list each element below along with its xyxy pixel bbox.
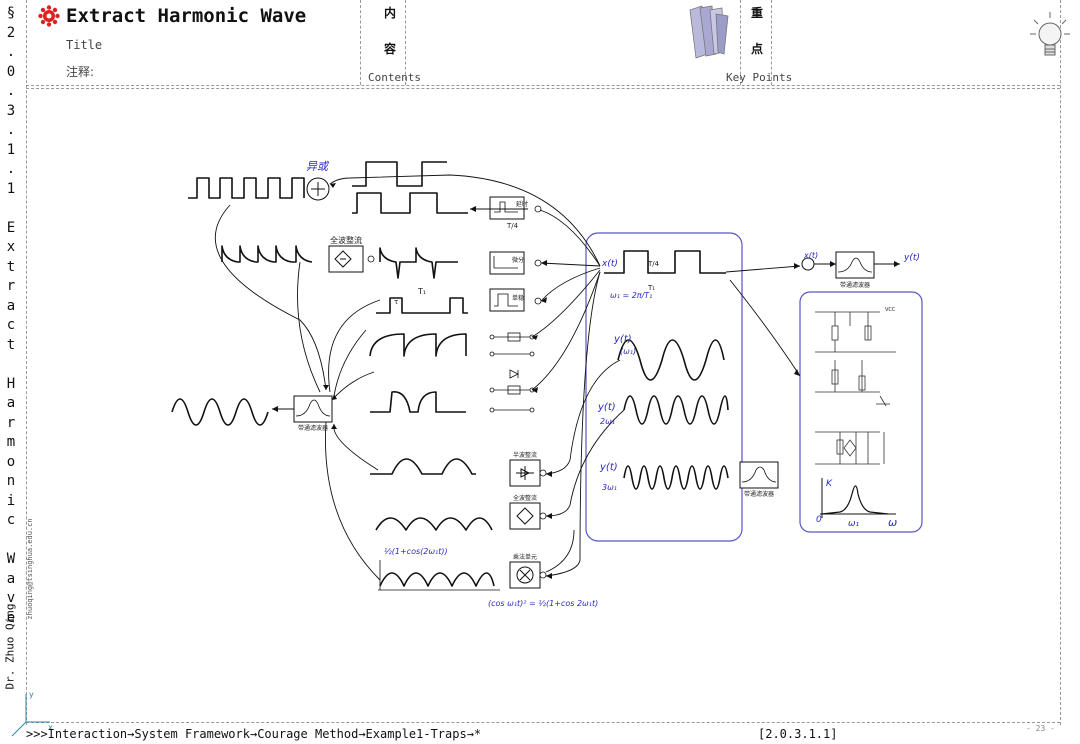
input-square-wave bbox=[604, 250, 726, 274]
period-T1: T₁ bbox=[417, 287, 426, 296]
sine-2w1 bbox=[623, 395, 729, 425]
halfwave-rectified bbox=[370, 458, 476, 475]
y1-sub: (ω₁) bbox=[620, 347, 636, 356]
fullwave-rectified bbox=[375, 517, 493, 531]
bpf-mid-block bbox=[739, 461, 779, 489]
input-label: x(t) bbox=[601, 259, 618, 269]
input-T4: T/4 bbox=[647, 260, 660, 268]
spike-wave-rectified bbox=[379, 247, 458, 279]
resp-w1: ω₁ bbox=[848, 519, 860, 529]
bpf-right-label: 带通滤波器 bbox=[840, 281, 870, 289]
fullwave2-block bbox=[509, 502, 541, 530]
bpf-left-label: 带通滤波器 bbox=[298, 424, 328, 432]
y1-label: y(t) bbox=[613, 334, 632, 345]
vcc-label: VCC bbox=[885, 307, 896, 313]
fullwave2-label: 全波整流 bbox=[513, 494, 537, 502]
multiplier-label: 乘法单元 bbox=[513, 553, 537, 561]
square-wave-a bbox=[352, 161, 447, 187]
footer-path: >>>Interaction→System Framework→Courage … bbox=[26, 727, 482, 741]
resp-K: K bbox=[826, 479, 833, 489]
monostable-label: 单稳 bbox=[512, 294, 524, 302]
svg-text:y: y bbox=[29, 690, 34, 699]
cos-eq: (cos ω₁t)² = ½(1+cos 2ω₁t) bbox=[488, 599, 598, 608]
sine-3w1 bbox=[623, 465, 729, 490]
footer-code: [2.0.3.1.1] bbox=[758, 727, 838, 741]
circuit-panel bbox=[799, 291, 923, 533]
y3-label: y(t) bbox=[599, 462, 618, 473]
spike-wave bbox=[221, 245, 313, 263]
delay-sub: T/4 bbox=[506, 222, 519, 230]
sawtooth-wave-2 bbox=[370, 391, 466, 413]
y2-label: y(t) bbox=[597, 402, 616, 413]
sine-w1 bbox=[617, 339, 725, 381]
resp-0: 0 bbox=[816, 515, 822, 525]
halfwave-label: 半波整流 bbox=[513, 451, 537, 459]
xor-output-wave bbox=[188, 177, 305, 199]
cos-top: ½(1+cos(2ω₁t)) bbox=[384, 547, 448, 556]
square-wave-b bbox=[352, 192, 468, 214]
omega-eq: ω₁ = 2π/T₁ bbox=[610, 291, 652, 300]
y3-sub: 3ω₁ bbox=[602, 483, 617, 492]
right-x-label: x(t) bbox=[803, 251, 818, 260]
bpf-mid-label: 带通滤波器 bbox=[744, 490, 774, 498]
cos-squared-wave bbox=[379, 572, 495, 587]
bpf-right-block bbox=[835, 251, 875, 279]
bandpass-response bbox=[821, 485, 889, 515]
left-sine-output bbox=[171, 398, 269, 426]
sawtooth-wave-1 bbox=[369, 333, 467, 357]
harmonic-diagram: 全波整流 延时 T/4 微分 单稳 T₁ τ 带通滤波器 带通滤波器 带通滤波器… bbox=[11, 160, 923, 737]
tau-label: τ bbox=[394, 298, 398, 306]
diff-label: 微分 bbox=[512, 256, 524, 264]
monostable-pulse bbox=[376, 297, 468, 314]
resp-w: ω bbox=[888, 516, 897, 529]
y2-sub: 2ω₁ bbox=[600, 417, 615, 426]
page-number: - 23 - bbox=[1026, 724, 1055, 733]
adder-label: 异或 bbox=[306, 160, 330, 173]
input-panel bbox=[585, 232, 743, 542]
right-y-label: y(t) bbox=[903, 253, 920, 263]
fullwave-label: 全波整流 bbox=[330, 235, 362, 245]
delay-label: 延时 bbox=[516, 200, 528, 208]
